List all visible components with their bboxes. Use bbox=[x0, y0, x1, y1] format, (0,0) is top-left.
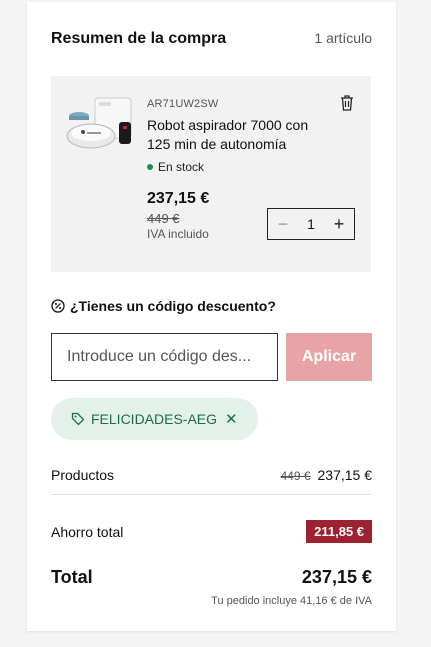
total-value: 237,15 € bbox=[301, 567, 372, 587]
promo-code-input[interactable] bbox=[51, 333, 278, 381]
quantity-value: 1 bbox=[307, 216, 315, 232]
products-row: Productos 449 € 237,15 € bbox=[51, 467, 372, 483]
discount-icon bbox=[51, 299, 65, 313]
vat-note: Tu pedido incluye 41,16 € de IVA bbox=[211, 595, 372, 607]
decrease-quantity-button[interactable]: − bbox=[276, 215, 290, 233]
promo-title-label: ¿Tienes un código descuento? bbox=[70, 298, 276, 314]
increase-quantity-button[interactable]: + bbox=[332, 215, 346, 233]
product-sku: AR71UW2SW bbox=[147, 98, 219, 110]
promo-title: ¿Tienes un código descuento? bbox=[51, 298, 276, 314]
summary-header: Resumen de la compra 1 artículo bbox=[51, 30, 372, 48]
summary-title: Resumen de la compra bbox=[51, 30, 227, 47]
apply-button[interactable]: Aplicar bbox=[286, 333, 372, 381]
divider bbox=[51, 494, 372, 495]
product-price: 237,15 € bbox=[147, 190, 210, 207]
total-label: Total bbox=[51, 567, 93, 587]
savings-badge: 211,85 € bbox=[306, 520, 372, 543]
products-amounts: 449 € 237,15 € bbox=[280, 467, 372, 483]
product-old-price: 449 € bbox=[147, 211, 180, 226]
total-row: Total 237,15 € bbox=[51, 567, 372, 588]
remove-promo-close-icon[interactable]: ✕ bbox=[225, 410, 238, 428]
stock-dot-icon bbox=[147, 164, 153, 170]
savings-row: Ahorro total 211,85 € bbox=[51, 520, 372, 543]
vat-included-label: IVA incluido bbox=[147, 227, 209, 241]
item-count: 1 artículo bbox=[314, 30, 372, 46]
product-name[interactable]: Robot aspirador 7000 con 125 min de auto… bbox=[147, 116, 327, 154]
order-summary-card: Resumen de la compra 1 artículo AR71UW2S… bbox=[27, 2, 396, 631]
products-price: 237,15 € bbox=[317, 467, 373, 483]
applied-promo-code: FELICIDADES-AEG bbox=[91, 411, 218, 427]
robot-vacuum-image bbox=[66, 97, 132, 149]
products-label: Productos bbox=[51, 467, 115, 483]
quantity-stepper: − 1 + bbox=[267, 208, 355, 240]
stock-label: En stock bbox=[158, 160, 205, 174]
products-old-price: 449 € bbox=[280, 469, 311, 483]
trash-icon[interactable] bbox=[339, 94, 355, 112]
applied-promo-chip: FELICIDADES-AEG ✕ bbox=[51, 398, 258, 440]
stock-status: En stock bbox=[147, 160, 204, 174]
savings-label: Ahorro total bbox=[51, 523, 124, 540]
tag-icon bbox=[71, 412, 85, 426]
cart-item: AR71UW2SW Robot aspirador 7000 con 125 m… bbox=[51, 76, 371, 272]
